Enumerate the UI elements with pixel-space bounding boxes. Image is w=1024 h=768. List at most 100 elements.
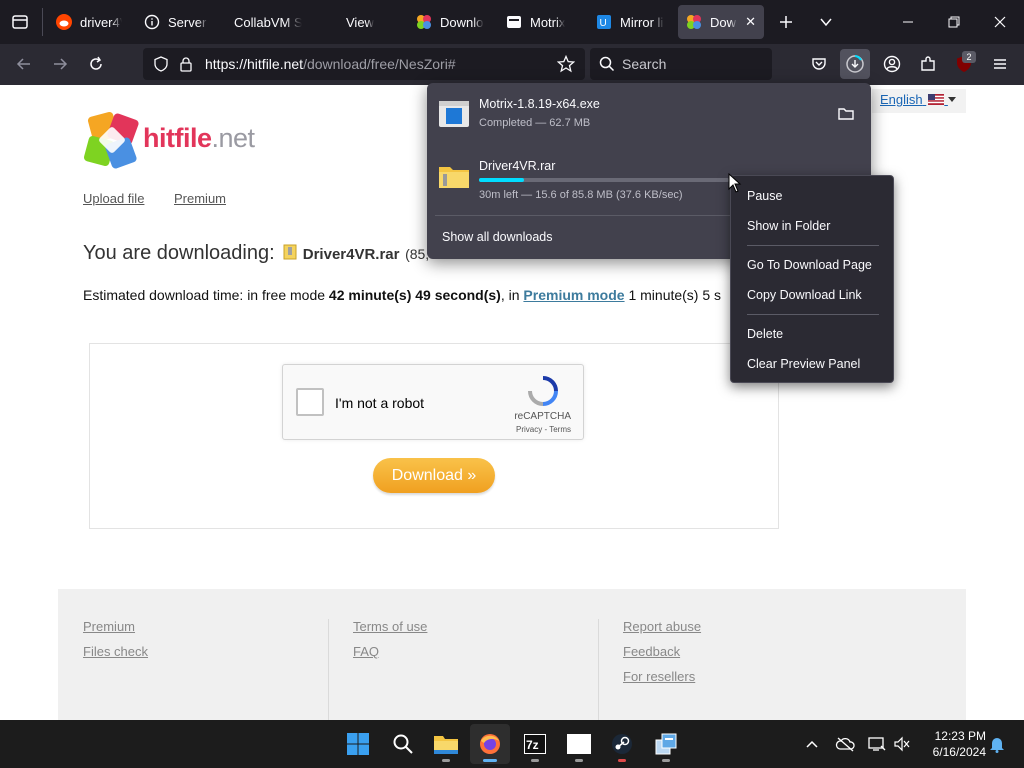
- account-icon: [883, 55, 901, 73]
- shield-icon[interactable]: [153, 56, 169, 77]
- 7zip-taskbar-button[interactable]: 7z: [515, 724, 555, 764]
- us-flag-icon: [928, 94, 945, 105]
- download-item-name: Driver4VR.rar: [479, 159, 556, 173]
- tab-collabvm[interactable]: CollabVM Se: [226, 5, 310, 39]
- notifications-button[interactable]: [987, 734, 1007, 754]
- hitfile-logo-text[interactable]: hitfile.net: [143, 123, 255, 154]
- menu-item-pause[interactable]: Pause: [747, 189, 782, 203]
- ublock-extension-button[interactable]: 2: [949, 49, 979, 79]
- reload-icon: [90, 56, 102, 70]
- new-tab-button[interactable]: [771, 7, 801, 37]
- onedrive-tray-icon[interactable]: [835, 734, 855, 754]
- motrix-icon: [506, 14, 522, 30]
- search-taskbar-button[interactable]: [383, 724, 423, 764]
- tab-view[interactable]: View: [338, 5, 398, 39]
- lock-icon[interactable]: [179, 56, 193, 77]
- premium-mode-link[interactable]: Premium mode: [523, 287, 624, 303]
- forward-button[interactable]: [45, 49, 75, 79]
- back-button[interactable]: [9, 49, 39, 79]
- address-bar[interactable]: https://hitfile.net/download/free/NesZor…: [143, 48, 585, 80]
- tab-label: Downloa: [440, 14, 484, 30]
- minimize-window-button[interactable]: [893, 7, 923, 37]
- app-menu-button[interactable]: [985, 49, 1015, 79]
- list-all-tabs-button[interactable]: [811, 7, 841, 37]
- url-path: /download/free/NesZori#: [303, 56, 456, 72]
- running-indicator: [483, 759, 497, 762]
- clock-date: 6/16/2024: [932, 745, 986, 759]
- tab-label: Mirror lis: [620, 14, 664, 30]
- menu-item-go-to-download-page[interactable]: Go To Download Page: [747, 258, 872, 272]
- blank-app-taskbar-button[interactable]: [559, 724, 599, 764]
- upload-file-link[interactable]: Upload file: [83, 191, 144, 206]
- est-prefix: Estimated download time: in free mode: [83, 287, 326, 303]
- downloads-button[interactable]: [840, 49, 870, 79]
- footer-premium-link[interactable]: Premium: [83, 619, 148, 635]
- tab-downloa[interactable]: Downloa: [408, 5, 492, 39]
- download-item-motrix[interactable]: Motrix-1.8.19-x64.exe Completed — 62.7 M…: [427, 83, 871, 145]
- url-text: https://hitfile.net/download/free/NesZor…: [205, 56, 456, 72]
- folder-icon: [434, 736, 458, 754]
- file-explorer-taskbar-button[interactable]: [426, 724, 466, 764]
- footer-terms-link[interactable]: Terms of use: [353, 619, 427, 635]
- menu-item-copy-download-link[interactable]: Copy Download Link: [747, 288, 862, 302]
- steam-taskbar-button[interactable]: [602, 724, 642, 764]
- download-button[interactable]: Download »: [373, 458, 495, 493]
- close-tab-icon[interactable]: ✕: [745, 14, 756, 30]
- reload-button[interactable]: [81, 49, 111, 79]
- star-bookmark-icon[interactable]: [556, 54, 576, 78]
- running-indicator: [575, 759, 583, 762]
- language-selector[interactable]: English: [872, 89, 966, 113]
- footer-column-1: Premium Files check: [83, 619, 148, 720]
- menu-item-clear-preview-panel[interactable]: Clear Preview Panel: [747, 357, 860, 371]
- volume-tray-icon[interactable]: [892, 734, 912, 754]
- footer-resellers-link[interactable]: For resellers: [623, 669, 701, 685]
- firefox-view-button[interactable]: [5, 7, 35, 37]
- extensions-button[interactable]: [913, 49, 943, 79]
- bell-icon: [990, 738, 1004, 753]
- download-item-name: Motrix-1.8.19-x64.exe: [479, 97, 600, 111]
- recaptcha-terms-link[interactable]: Privacy - Terms: [516, 425, 571, 434]
- tab-driver4vr[interactable]: driver4VR: [48, 5, 130, 39]
- search-icon: [599, 56, 615, 77]
- download-progress-icon: [846, 55, 864, 73]
- recaptcha-checkbox[interactable]: [296, 388, 324, 416]
- premium-link[interactable]: Premium: [174, 191, 226, 206]
- exe-file-icon: [439, 101, 469, 127]
- footer-feedback-link[interactable]: Feedback: [623, 644, 701, 660]
- tab-label: driver4VR: [80, 14, 122, 30]
- firefox-taskbar-button[interactable]: [470, 724, 510, 764]
- footer-report-abuse-link[interactable]: Report abuse: [623, 619, 701, 635]
- start-button[interactable]: [338, 724, 378, 764]
- folder-icon[interactable]: [837, 105, 855, 123]
- account-button[interactable]: [877, 49, 907, 79]
- tab-mirror-list[interactable]: U Mirror lis: [588, 5, 672, 39]
- arrow-right-icon: [54, 58, 68, 70]
- download-item-status: Completed — 62.7 MB: [479, 117, 591, 129]
- menu-item-delete[interactable]: Delete: [747, 327, 783, 341]
- system-clock[interactable]: 12:23 PM 6/16/2024: [922, 728, 986, 760]
- menu-separator: [747, 245, 879, 246]
- show-hidden-icons-button[interactable]: [802, 734, 822, 754]
- uploader-taskbar-button[interactable]: [646, 724, 686, 764]
- est-premium-time: 1 minute(s) 5 s: [628, 287, 722, 303]
- footer-files-check-link[interactable]: Files check: [83, 644, 148, 660]
- menu-item-show-in-folder[interactable]: Show in Folder: [747, 219, 830, 233]
- logo-tld: .net: [211, 123, 256, 153]
- cloud-off-icon: [835, 737, 855, 752]
- close-window-button[interactable]: [985, 7, 1015, 37]
- footer-faq-link[interactable]: FAQ: [353, 644, 427, 660]
- restore-window-button[interactable]: [939, 7, 969, 37]
- network-monitor-icon: [868, 737, 886, 751]
- tab-motrix[interactable]: Motrix: [498, 5, 584, 39]
- search-bar[interactable]: Search: [590, 48, 772, 80]
- search-icon: [393, 734, 413, 754]
- hitfile-icon: [416, 14, 432, 30]
- minimize-icon: [903, 21, 913, 23]
- tab-server[interactable]: Server Na: [136, 5, 216, 39]
- url-host: https://hitfile.net: [205, 56, 304, 72]
- show-all-downloads-button[interactable]: Show all downloads: [442, 230, 553, 244]
- network-tray-icon[interactable]: [867, 734, 887, 754]
- windows-taskbar: 7z 12:23 PM 6/16/2024: [0, 720, 1024, 768]
- tab-down-active[interactable]: Down ✕: [678, 5, 764, 39]
- pocket-button[interactable]: [804, 49, 834, 79]
